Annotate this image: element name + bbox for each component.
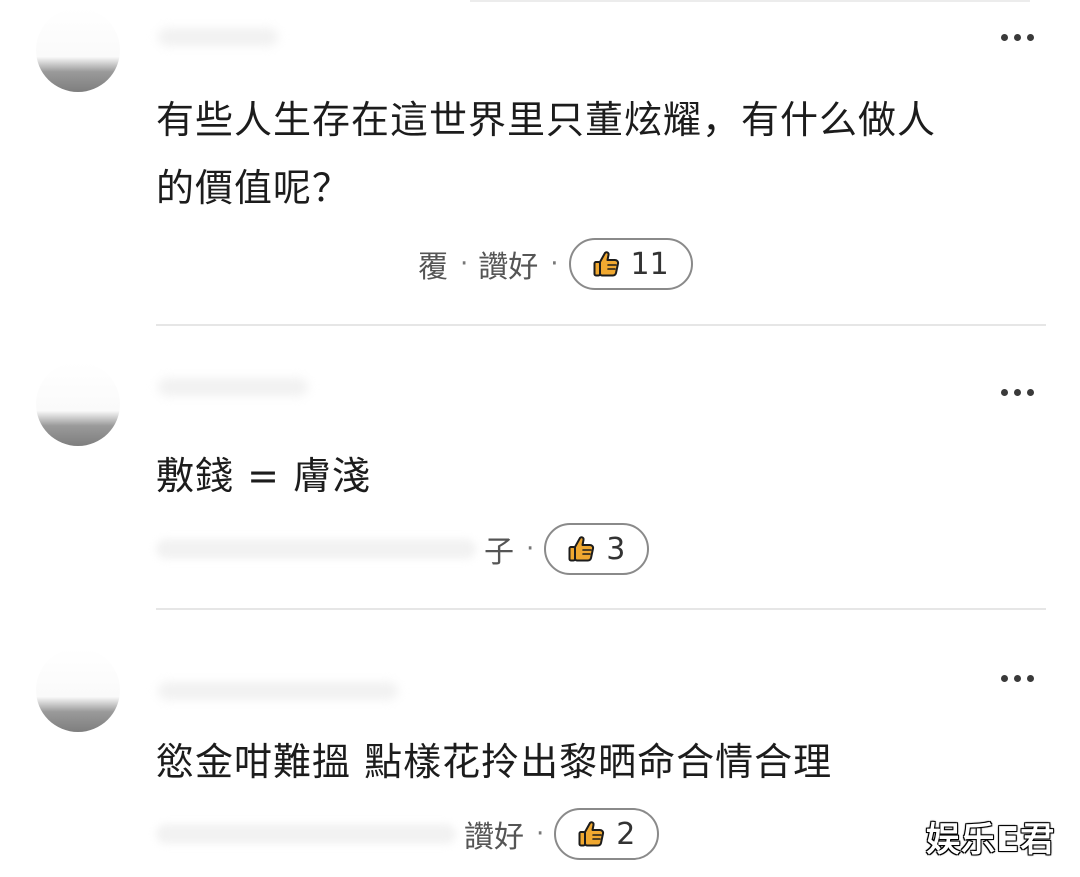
more-dot-icon [1027,675,1034,682]
avatar[interactable] [36,648,120,732]
top-divider [470,0,1030,2]
more-options-button[interactable] [1001,389,1034,396]
more-dot-icon [1001,34,1008,41]
separator-dot: · [460,249,469,279]
more-dot-icon [1014,675,1021,682]
comment-text: 有些人生存在這世界里只董炫耀，有什么做人 的價值呢？ [156,86,1056,222]
comment-text: 敷錢 = 膚淺 [156,442,1056,510]
more-dot-icon [1001,675,1008,682]
thumbs-up-icon [593,251,619,277]
comment-divider [156,608,1046,610]
more-dot-icon [1014,34,1021,41]
comment-text-line: 的價值呢？ [156,166,352,210]
like-count: 3 [606,531,626,567]
comment-text-line: 慾金咁難搵 點樣花拎出黎晒命合情合理 [156,740,833,784]
comment-text: 慾金咁難搵 點樣花拎出黎晒命合情合理 [156,728,1056,796]
timestamp-partial: 覆 [418,250,448,285]
separator-dot: · [526,534,535,564]
timestamp-blurred [156,824,456,844]
like-action-link[interactable]: 讚好 [478,242,538,286]
like-count-pill[interactable]: 2 [554,808,660,860]
comment-divider [156,324,1046,326]
comment-text-line: 有些人生存在這世界里只董炫耀，有什么做人 [156,98,937,142]
author-name-blurred [158,378,308,396]
thumbs-up-icon [578,821,605,847]
more-dot-icon [1027,389,1034,396]
more-dot-icon [1027,34,1034,41]
more-options-button[interactable] [1001,34,1034,41]
like-action-link[interactable]: 子 [484,527,514,571]
comment-actions: 覆 · 讚好 · 11 [418,236,693,292]
like-action-link[interactable]: 讚好 [464,812,524,856]
like-count-pill[interactable]: 11 [568,238,693,290]
thumbs-up-icon [568,536,595,562]
like-count: 2 [616,816,636,852]
watermark-text: 娱乐E君 [926,820,1056,860]
comment-text-line: 敷錢 = 膚淺 [156,454,371,498]
author-name-blurred [158,682,398,700]
avatar[interactable] [36,362,120,446]
avatar[interactable] [36,8,120,92]
more-dot-icon [1014,389,1021,396]
like-count: 11 [630,246,669,282]
author-name-blurred [158,28,278,46]
like-count-pill[interactable]: 3 [544,523,650,575]
more-options-button[interactable] [1001,675,1034,682]
timestamp-blurred [156,539,476,559]
comment-actions: 子 · 3 [156,521,650,577]
more-dot-icon [1001,389,1008,396]
separator-dot: · [536,819,545,849]
separator-dot: · [550,249,559,279]
comment-actions: 讚好 · 2 [156,806,660,862]
